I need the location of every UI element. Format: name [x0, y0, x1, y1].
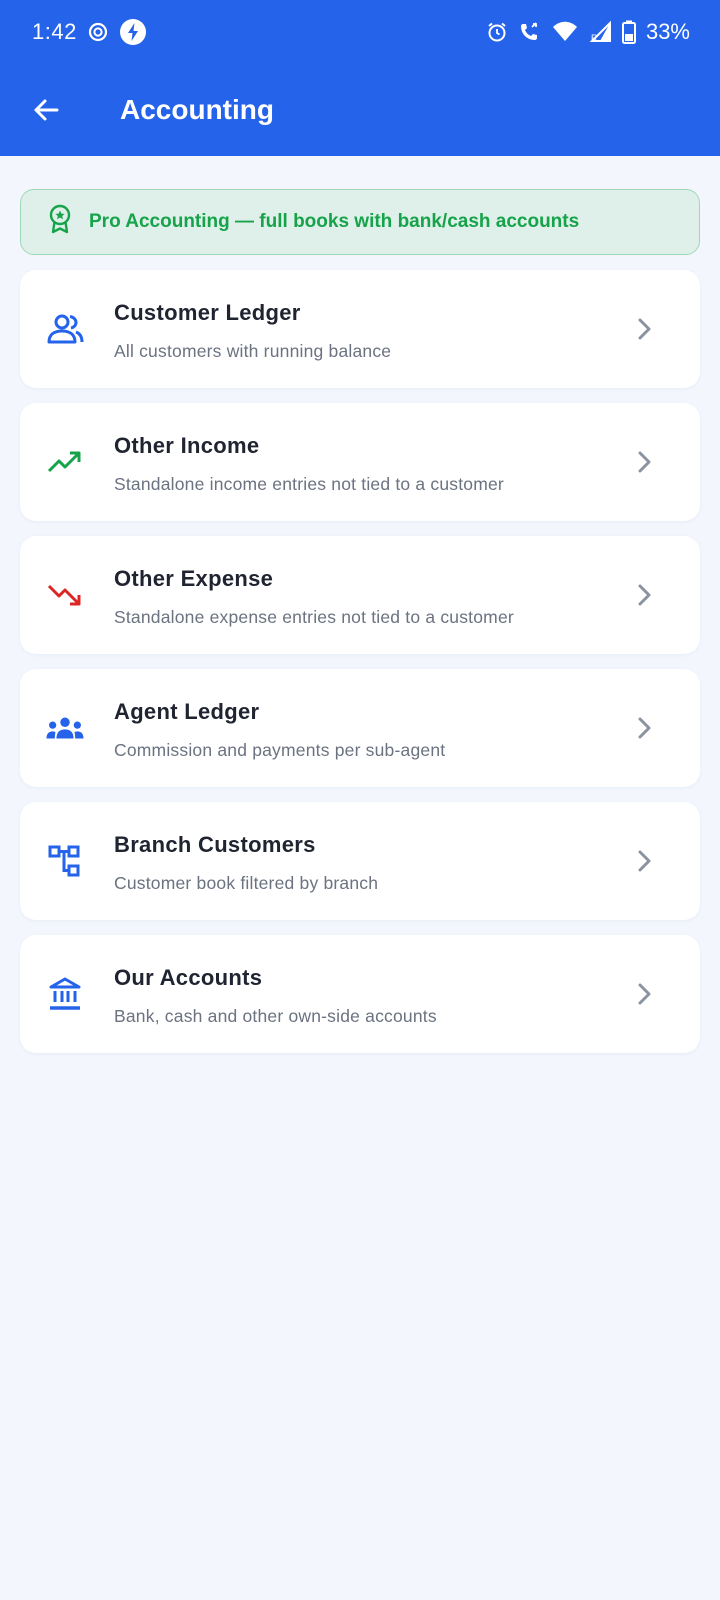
- status-bar-left: 1:42: [32, 18, 147, 46]
- other-income-card[interactable]: Other Income Standalone income entries n…: [20, 403, 700, 521]
- branch-tree-icon: [46, 843, 84, 879]
- alarm-icon: [486, 21, 508, 43]
- branch-customers-card[interactable]: Branch Customers Customer book filtered …: [20, 802, 700, 920]
- chevron-right-icon: [632, 847, 656, 875]
- wifi-icon: [552, 21, 578, 43]
- battery-icon: [621, 20, 636, 44]
- agent-ledger-card[interactable]: Agent Ledger Commission and payments per…: [20, 669, 700, 787]
- chevron-right-icon: [632, 714, 656, 742]
- our-accounts-card[interactable]: Our Accounts Bank, cash and other own-si…: [20, 935, 700, 1053]
- arrow-back-icon: [31, 95, 61, 130]
- card-subtitle: Customer book filtered by branch: [114, 873, 379, 893]
- pro-banner: Pro Accounting — full books with bank/ca…: [20, 189, 700, 255]
- status-time: 1:42: [32, 19, 77, 44]
- app-bar: Accounting: [0, 64, 720, 156]
- banner-text: Pro Accounting — full books with bank/ca…: [89, 211, 580, 232]
- group-icon: [46, 710, 84, 746]
- battery-percent: 33%: [645, 19, 690, 44]
- card-subtitle: Commission and payments per sub-agent: [114, 740, 446, 760]
- chevron-right-icon: [632, 581, 656, 609]
- card-title: Customer Ledger: [114, 300, 301, 325]
- card-subtitle: Standalone expense entries not tied to a…: [114, 607, 514, 627]
- card-subtitle: All customers with running balance: [114, 341, 392, 361]
- card-subtitle: Standalone income entries not tied to a …: [114, 474, 504, 494]
- card-title: Other Expense: [114, 566, 274, 591]
- chevron-right-icon: [632, 980, 656, 1008]
- trending-up-icon: [46, 444, 84, 480]
- trending-down-icon: [46, 577, 84, 613]
- customer-ledger-card[interactable]: Customer Ledger All customers with runni…: [20, 270, 700, 388]
- bolt-icon: [119, 18, 147, 46]
- award-badge-icon: [47, 204, 73, 240]
- signal-roaming-icon: R: [588, 21, 612, 43]
- card-title: Branch Customers: [114, 832, 316, 857]
- chevron-right-icon: [632, 448, 656, 476]
- card-title: Our Accounts: [114, 965, 263, 990]
- bank-icon: [46, 976, 84, 1012]
- svg-text:R: R: [591, 33, 598, 43]
- chevron-right-icon: [632, 315, 656, 343]
- screen-record-icon: [87, 21, 109, 43]
- wifi-calling-icon: [518, 21, 542, 43]
- page-title: Accounting: [120, 94, 274, 125]
- status-bar-right: R 33%: [486, 19, 690, 45]
- card-subtitle: Bank, cash and other own-side accounts: [114, 1006, 437, 1026]
- other-expense-card[interactable]: Other Expense Standalone expense entries…: [20, 536, 700, 654]
- card-title: Other Income: [114, 433, 260, 458]
- card-title: Agent Ledger: [114, 699, 260, 724]
- status-bar: 1:42 R 33%: [0, 0, 720, 64]
- back-button[interactable]: [26, 92, 66, 132]
- customers-icon: [46, 311, 84, 347]
